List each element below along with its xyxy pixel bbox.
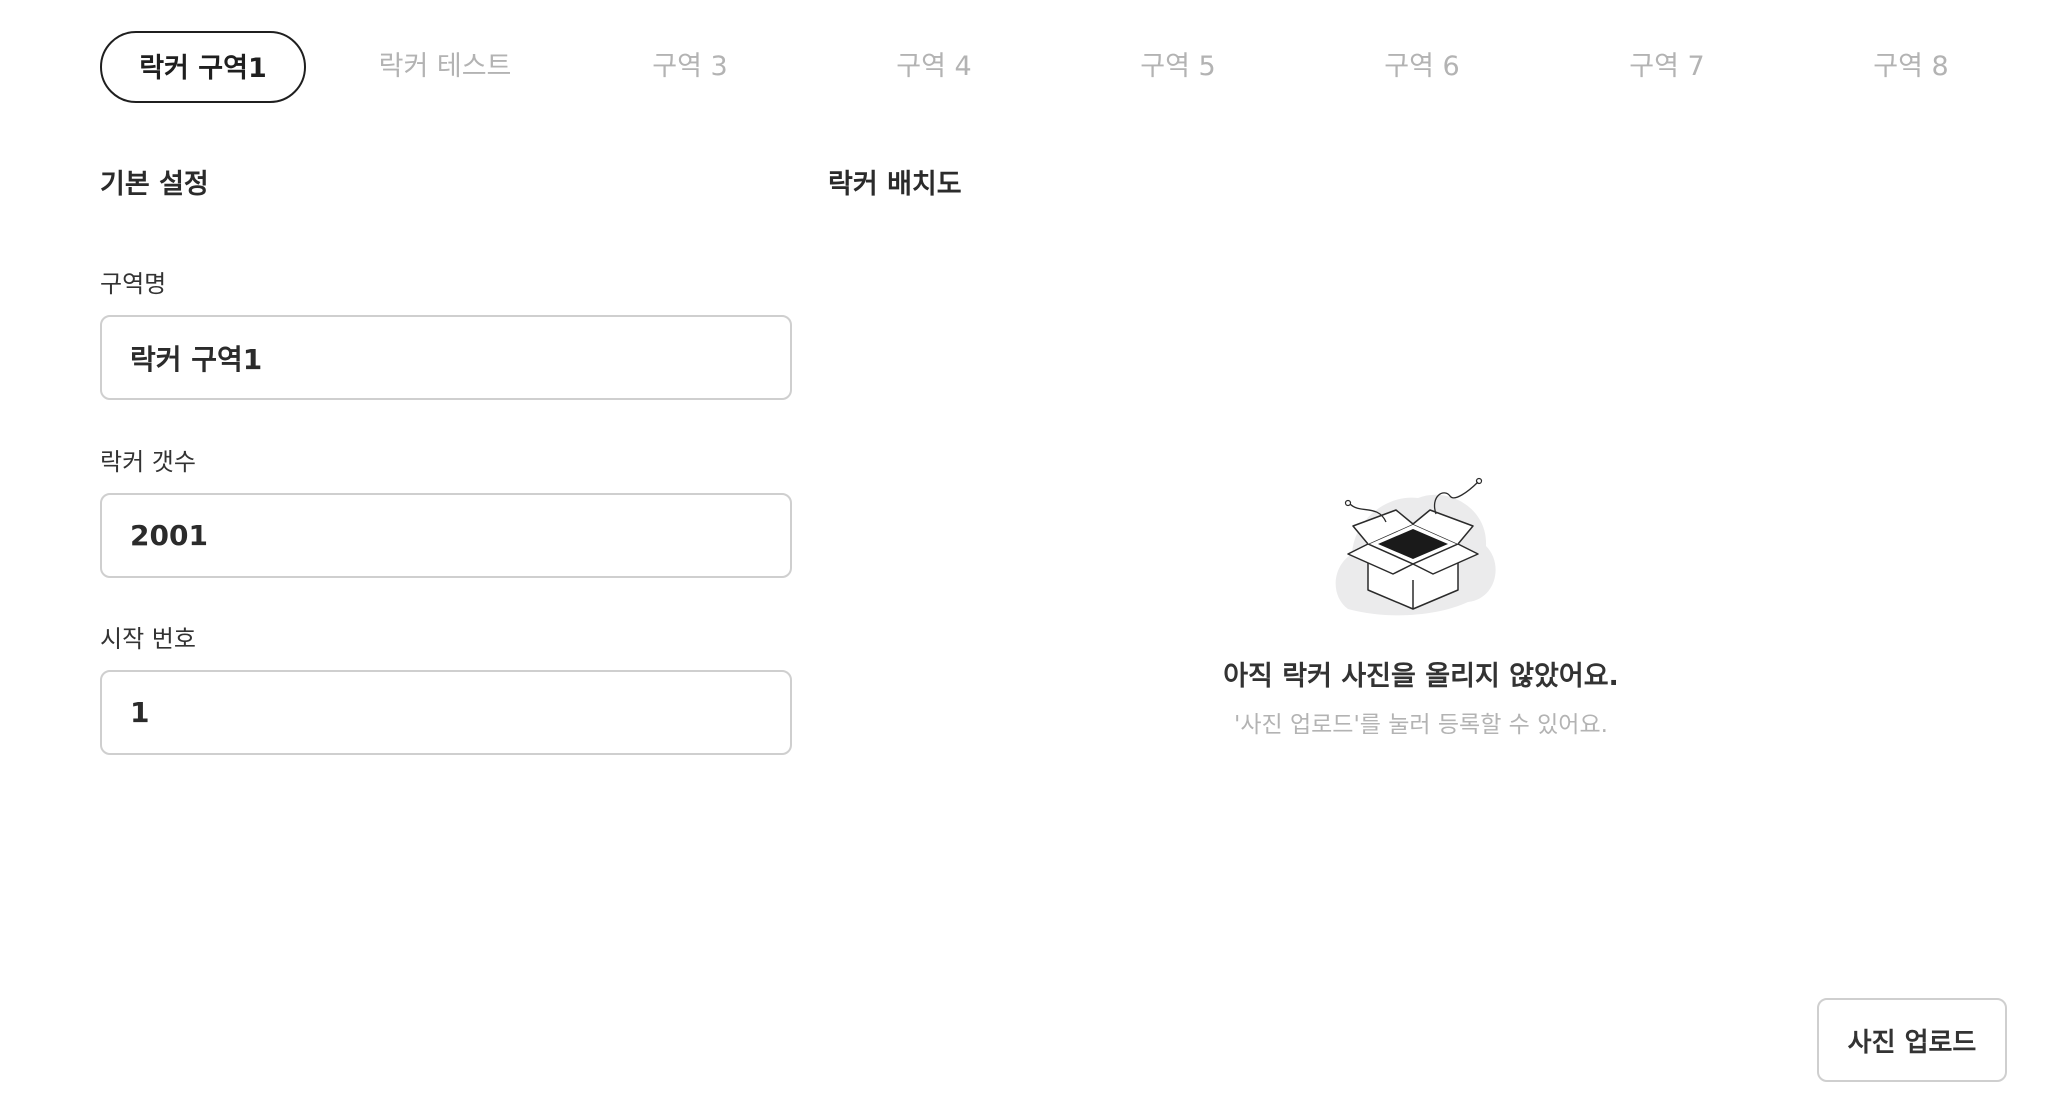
locker-count-label: 락커 갯수 [100,448,196,476]
locker-count-input[interactable] [100,493,792,578]
empty-state-subtitle: '사진 업로드'를 눌러 등록할 수 있어요. [1234,712,1608,738]
zone-name-input[interactable] [100,315,792,400]
layout-map-title: 락커 배치도 [828,169,962,200]
tab-zone-3[interactable]: 구역 3 [652,31,727,103]
upload-photo-button[interactable]: 사진 업로드 [1817,998,2007,1082]
start-number-input[interactable] [100,670,792,755]
start-number-label: 시작 번호 [100,625,196,653]
basic-settings-title: 기본 설정 [100,169,209,200]
locker-settings-page: 락커 구역1 락커 테스트 구역 3 구역 4 구역 5 구역 6 구역 7 구… [0,0,2048,1107]
open-box-icon [1335,477,1496,616]
tab-zone-8[interactable]: 구역 8 [1873,31,1948,103]
tab-zone-2[interactable]: 락커 테스트 [379,31,512,103]
tab-zone-6[interactable]: 구역 6 [1384,31,1459,103]
empty-state-title: 아직 락커 사진을 올리지 않았어요. [1223,661,1619,692]
zone-tabs: 락커 구역1 락커 테스트 구역 3 구역 4 구역 5 구역 6 구역 7 구… [100,31,1949,103]
tab-zone-4[interactable]: 구역 4 [896,31,971,103]
tab-zone-7[interactable]: 구역 7 [1629,31,1704,103]
zone-name-label: 구역명 [100,270,167,298]
tab-zone-1[interactable]: 락커 구역1 [100,31,306,103]
tab-zone-5[interactable]: 구역 5 [1140,31,1215,103]
